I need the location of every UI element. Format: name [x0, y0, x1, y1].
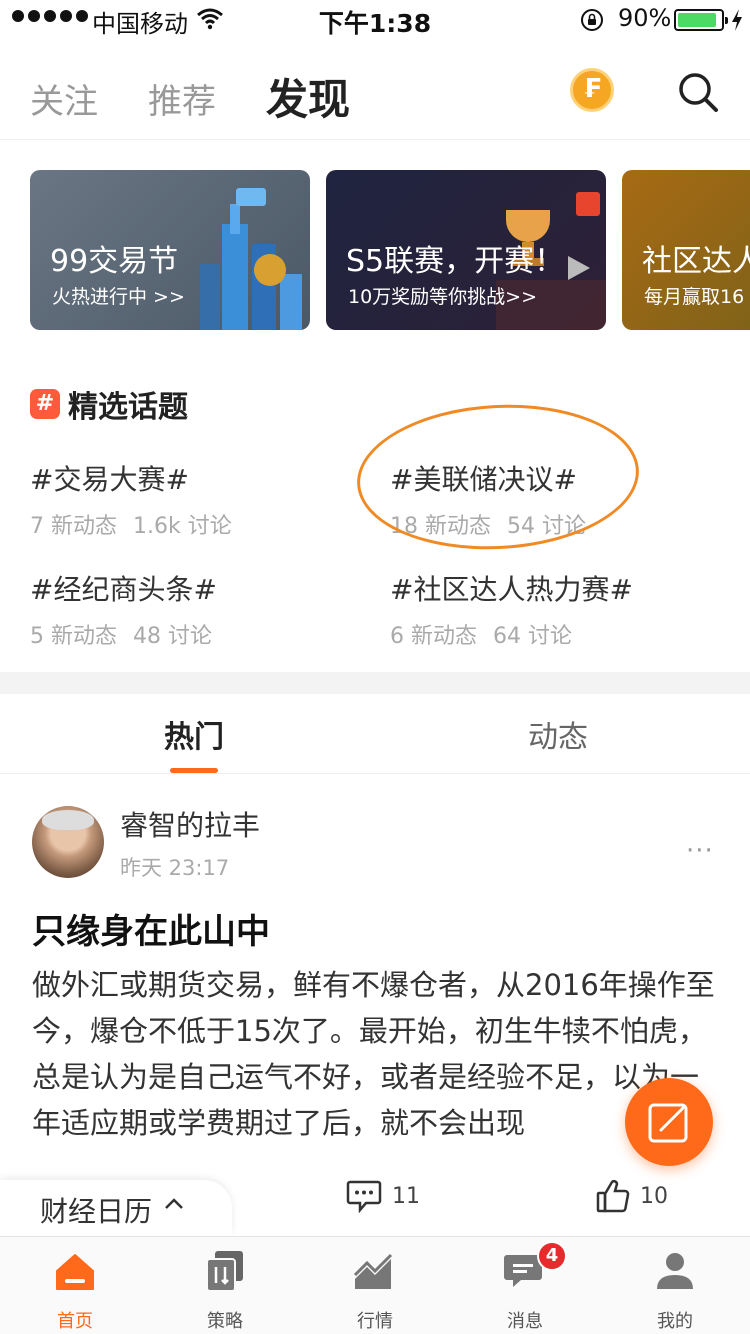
message-badge: 4: [537, 1241, 567, 1271]
feed-tabs: 热门 动态: [0, 694, 750, 774]
tab-market[interactable]: 行情: [300, 1237, 450, 1334]
banner-subtitle: 10万奖励等你挑战>>: [348, 286, 538, 308]
comment-count: 11: [392, 1183, 420, 1209]
battery-percent: 90%: [618, 4, 672, 32]
tab-follow[interactable]: 关注: [30, 74, 98, 123]
top-nav: 关注 推荐 发现 ₣: [0, 40, 750, 140]
banner-s5-league[interactable]: S5联赛，开赛！ 10万奖励等你挑战>>: [326, 170, 606, 330]
like-button[interactable]: 10: [596, 1178, 668, 1214]
edit-icon: [648, 1103, 688, 1143]
section-title: 精选话题: [68, 390, 188, 425]
banner-title: S5联赛，开赛！: [346, 244, 565, 279]
post-timestamp: 昨天 23:17: [120, 856, 230, 880]
more-options-icon[interactable]: ···: [686, 836, 714, 866]
banner-title: 99交易节: [50, 244, 179, 279]
post-title[interactable]: 只缘身在此山中: [32, 904, 270, 953]
topic-item[interactable]: #交易大赛# 7 新动态 1.6k 讨论: [30, 458, 360, 540]
rotation-lock-icon: [581, 9, 603, 31]
topic-name: #经纪商头条#: [30, 573, 217, 606]
topic-meta: 6 新动态 64 讨论: [390, 624, 572, 649]
banner-99-trading-festival[interactable]: 99交易节 火热进行中 >>: [30, 170, 310, 330]
finance-calendar-button[interactable]: 财经日历: [0, 1180, 232, 1236]
topic-item[interactable]: #经纪商头条# 5 新动态 48 讨论: [30, 568, 360, 650]
chart-icon: [353, 1253, 393, 1289]
hashtag-icon: #: [30, 389, 60, 419]
tab-recommend[interactable]: 推荐: [148, 74, 216, 123]
city-illustration-icon: [200, 188, 302, 330]
bottom-tab-bar: 首页 策略 行情 4 消息 我的: [0, 1236, 750, 1334]
coin-icon[interactable]: ₣: [570, 68, 614, 112]
status-bar: 中国移动 下午1:38 90%: [0, 0, 750, 40]
banner-carousel[interactable]: 99交易节 火热进行中 >> S5联赛，开赛！ 10万奖励等你挑战>> 社区达人…: [0, 170, 750, 330]
compose-button[interactable]: [625, 1078, 713, 1166]
tab-activity[interactable]: 动态: [458, 712, 658, 756]
user-icon: [657, 1253, 693, 1289]
chevron-up-icon: [165, 1198, 183, 1209]
banner-community-expert[interactable]: 社区达人 每月赢取16: [622, 170, 750, 330]
featured-topics-header: # 精选话题: [30, 384, 188, 425]
banner-subtitle: 每月赢取16: [644, 286, 745, 308]
like-count: 10: [640, 1183, 668, 1209]
calendar-label: 财经日历: [40, 1195, 153, 1228]
topic-name: #社区达人热力赛#: [390, 573, 633, 606]
strategy-icon: [206, 1251, 243, 1292]
thumbs-up-icon: [596, 1180, 630, 1213]
topic-meta: 5 新动态 48 讨论: [30, 624, 212, 649]
banner-title: 社区达人: [642, 244, 750, 279]
tab-home[interactable]: 首页: [0, 1237, 150, 1334]
tab-messages[interactable]: 4 消息: [450, 1237, 600, 1334]
section-divider: [0, 672, 750, 694]
comment-button[interactable]: 11: [346, 1178, 420, 1214]
post-body[interactable]: 做外汇或期货交易，鲜有不爆仓者，从2016年操作至今，爆仓不低于15次了。最开始…: [32, 962, 722, 1146]
active-tab-indicator: [170, 768, 218, 773]
tab-strategy[interactable]: 策略: [150, 1237, 300, 1334]
avatar[interactable]: [32, 806, 104, 878]
tab-profile[interactable]: 我的: [600, 1237, 750, 1334]
author-name[interactable]: 睿智的拉丰: [120, 804, 260, 844]
battery-icon: [674, 9, 728, 31]
tab-hot[interactable]: 热门: [94, 712, 294, 773]
comment-icon: [346, 1180, 382, 1213]
home-icon: [56, 1254, 94, 1290]
charging-icon: [732, 9, 742, 31]
banner-subtitle: 火热进行中 >>: [52, 286, 185, 308]
topic-name: #交易大赛#: [30, 463, 189, 496]
search-icon[interactable]: [676, 70, 720, 114]
tab-discover[interactable]: 发现: [266, 66, 350, 127]
topic-item[interactable]: #社区达人热力赛# 6 新动态 64 讨论: [390, 568, 720, 650]
topic-meta: 7 新动态 1.6k 讨论: [30, 514, 232, 539]
